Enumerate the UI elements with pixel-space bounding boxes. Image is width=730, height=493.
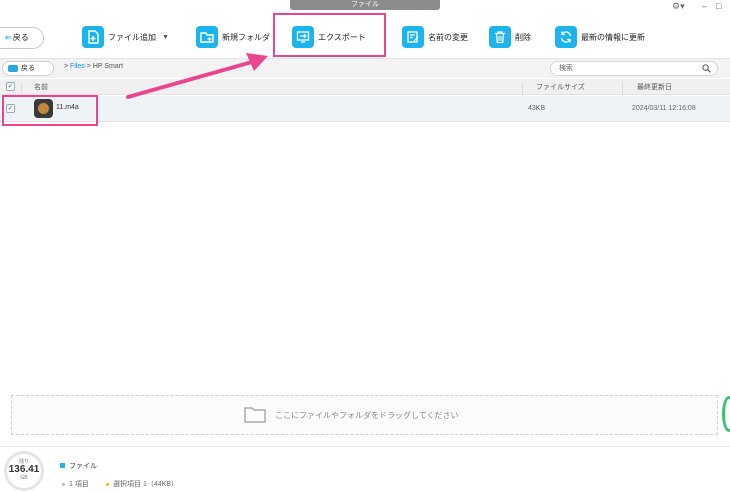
- selected-items-label: 選択項目 1（44KB）: [113, 481, 178, 488]
- path-back-label: 戻る: [21, 65, 35, 72]
- legend-files: ファイル: [60, 461, 97, 471]
- add-file-button[interactable]: ファイル追加 ▼: [82, 24, 169, 50]
- back-arrow-icon: ⇐: [5, 33, 12, 42]
- delete-label: 削除: [515, 32, 531, 42]
- folder-icon: [244, 407, 266, 423]
- title-bar: ファイル ⚙▾ – □: [0, 0, 730, 12]
- new-folder-button[interactable]: 新規フォルダ: [196, 24, 270, 50]
- status-footer: 残り 136.41 GB ファイル 1 項目 選択項目 1（44KB）: [0, 446, 730, 493]
- storage-gauge: 残り 136.41 GB: [4, 451, 44, 491]
- header-size[interactable]: ファイルサイズ: [536, 82, 585, 92]
- add-file-label: ファイル追加: [108, 32, 156, 42]
- file-highlight-box: [2, 95, 98, 126]
- path-back-button[interactable]: 戻る: [2, 61, 54, 76]
- selected-items: 選択項目 1（44KB）: [106, 479, 178, 489]
- items-count-label: 1 項目: [69, 481, 89, 488]
- green-ring-icon: [722, 396, 730, 432]
- maximize-icon[interactable]: □: [716, 0, 721, 12]
- file-size: 43KB: [528, 105, 546, 112]
- refresh-button[interactable]: 最新の情報に更新: [555, 24, 645, 50]
- new-folder-icon: [196, 26, 218, 48]
- back-button[interactable]: ⇐戻る: [0, 27, 44, 49]
- legend-label: ファイル: [69, 463, 97, 470]
- back-button-label: 戻る: [12, 33, 29, 42]
- table-row[interactable]: ✓ 11.m4a 43KB 2024/03/11 12:16:08: [0, 96, 730, 122]
- trash-icon: [489, 26, 511, 48]
- refresh-icon: [555, 26, 577, 48]
- settings-icon[interactable]: ⚙▾: [672, 0, 685, 12]
- dot-icon: [62, 482, 65, 486]
- legend-swatch: [60, 463, 65, 468]
- add-file-icon: [82, 26, 104, 48]
- export-highlight-box: [273, 13, 386, 57]
- new-folder-label: 新規フォルダ: [222, 32, 270, 42]
- rename-icon: [402, 26, 424, 48]
- drop-zone[interactable]: ここにファイルやフォルダをドラッグしてください: [11, 395, 718, 435]
- select-all-checkbox[interactable]: ✓: [6, 82, 15, 91]
- minimize-icon[interactable]: –: [702, 0, 707, 12]
- header-date[interactable]: 最終更新日: [637, 82, 672, 92]
- header-name[interactable]: 名前: [34, 82, 48, 92]
- breadcrumb-files[interactable]: Files: [70, 63, 85, 70]
- breadcrumb: > Files > HP Smart: [64, 63, 123, 70]
- storage-value: 136.41: [8, 464, 40, 475]
- device-icon: [8, 65, 18, 72]
- breadcrumb-current: HP Smart: [92, 63, 124, 70]
- rename-label: 名前の変更: [428, 32, 468, 42]
- path-bar: 戻る > Files > HP Smart 検索: [0, 58, 730, 78]
- dot-icon: [106, 482, 109, 486]
- window-title: ファイル: [290, 0, 440, 10]
- delete-button[interactable]: 削除: [489, 24, 531, 50]
- table-header: ✓ 名前 ファイルサイズ 最終更新日: [0, 79, 730, 98]
- drop-zone-label: ここにファイルやフォルダをドラッグしてください: [275, 411, 459, 420]
- dropdown-arrow-icon[interactable]: ▼: [162, 34, 169, 41]
- rename-button[interactable]: 名前の変更: [402, 24, 468, 50]
- breadcrumb-separator: >: [84, 63, 93, 70]
- search-input[interactable]: 検索: [550, 61, 718, 76]
- refresh-label: 最新の情報に更新: [581, 32, 645, 42]
- search-icon[interactable]: [702, 64, 711, 73]
- search-placeholder: 検索: [559, 65, 573, 72]
- file-date: 2024/03/11 12:16:08: [632, 105, 696, 112]
- storage-unit: GB: [20, 475, 28, 481]
- items-count: 1 項目: [62, 479, 89, 489]
